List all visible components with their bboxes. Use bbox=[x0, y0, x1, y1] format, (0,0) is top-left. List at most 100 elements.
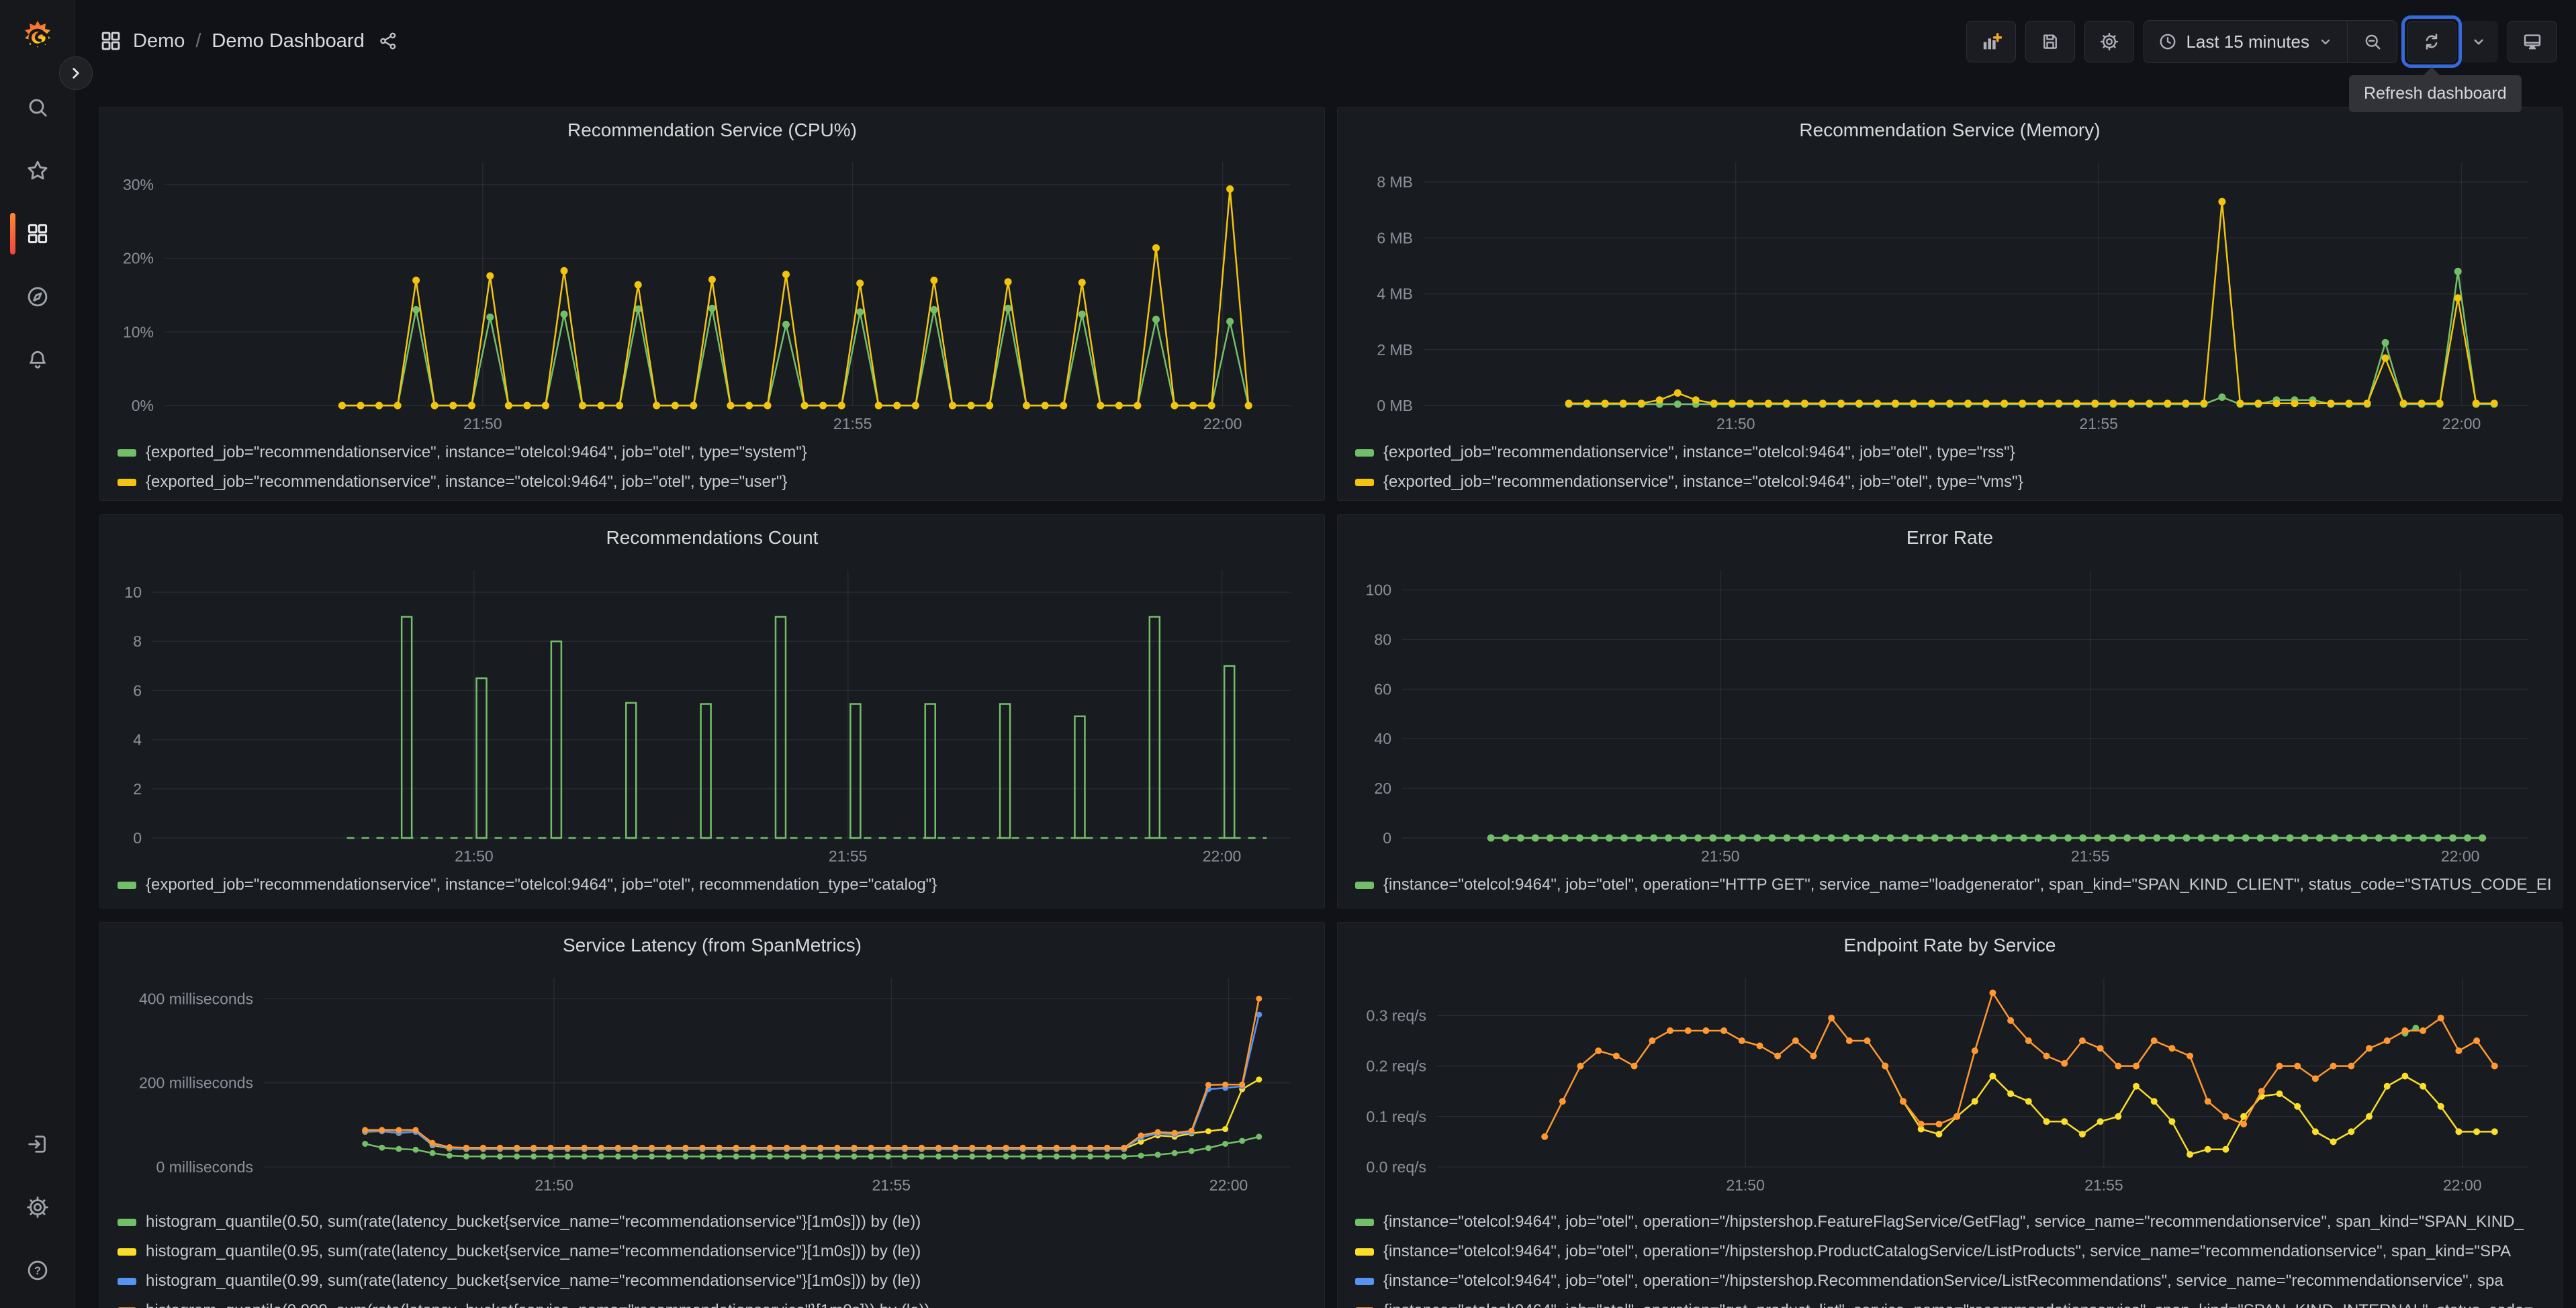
svg-text:0.3 req/s: 0.3 req/s bbox=[1367, 1007, 1427, 1024]
legend-swatch-icon bbox=[118, 1218, 136, 1226]
chart-area[interactable]: 0 2 4 6 8 10 21:50 21:55 22:00 bbox=[100, 561, 1324, 868]
svg-text:200 milliseconds: 200 milliseconds bbox=[139, 1074, 253, 1092]
legend-item[interactable]: {exported_job="recommendationservice", i… bbox=[118, 467, 1314, 497]
sidebar-item-explore[interactable] bbox=[16, 275, 59, 318]
sidebar-item-dashboards[interactable] bbox=[10, 212, 59, 255]
zoom-out-button[interactable] bbox=[2347, 21, 2397, 62]
legend-item[interactable]: {instance="otelcol:9464", job="otel", op… bbox=[1355, 1237, 2551, 1266]
svg-text:0.1 req/s: 0.1 req/s bbox=[1367, 1108, 1427, 1125]
gear-icon bbox=[2099, 32, 2119, 52]
panel-header[interactable]: Recommendation Service (Memory) bbox=[1338, 107, 2562, 153]
svg-text:22:00: 22:00 bbox=[2441, 847, 2480, 865]
svg-text:2 MB: 2 MB bbox=[1377, 341, 1413, 359]
time-series-chart: 0 20 40 60 80 100 21:50 21:55 22:00 bbox=[1366, 570, 2528, 865]
svg-text:0.0 req/s: 0.0 req/s bbox=[1367, 1158, 1427, 1176]
sign-in-icon bbox=[26, 1132, 50, 1156]
share-icon[interactable] bbox=[378, 31, 398, 51]
sidebar-item-search[interactable] bbox=[16, 86, 59, 129]
legend-item[interactable]: histogram_quantile(0.95, sum(rate(latenc… bbox=[118, 1237, 1314, 1266]
dashboard-settings-button[interactable] bbox=[2084, 21, 2135, 62]
time-picker-group: Last 15 minutes bbox=[2144, 20, 2397, 63]
grafana-app: ? Demo / Demo Dashboard Last 15 minutes … bbox=[0, 0, 2576, 1308]
panel-endpoint-rate: Endpoint Rate by Service 0.0 req/s 0.1 re… bbox=[1337, 922, 2563, 1308]
legend-item[interactable]: histogram_quantile(0.99, sum(rate(latenc… bbox=[118, 1266, 1314, 1296]
grafana-logo[interactable] bbox=[19, 19, 56, 56]
chart-legend: {exported_job="recommendationservice", i… bbox=[100, 435, 1324, 500]
legend-label: histogram_quantile(0.99, sum(rate(latenc… bbox=[146, 1272, 921, 1290]
refresh-tooltip: Refresh dashboard bbox=[2349, 67, 2522, 112]
refresh-dashboard-button[interactable] bbox=[2401, 15, 2462, 68]
panel-title: Recommendation Service (Memory) bbox=[1799, 120, 2101, 140]
breadcrumb: Demo / Demo Dashboard bbox=[99, 21, 398, 60]
svg-text:0 milliseconds: 0 milliseconds bbox=[156, 1158, 253, 1176]
panel-header[interactable]: Recommendation Service (CPU%) bbox=[100, 107, 1324, 153]
legend-swatch-icon bbox=[1355, 1277, 1374, 1285]
chevron-right-icon bbox=[67, 64, 85, 82]
legend-item[interactable]: histogram_quantile(0.50, sum(rate(latenc… bbox=[118, 1207, 1314, 1237]
svg-text:0%: 0% bbox=[132, 397, 154, 414]
sidebar-item-admin[interactable] bbox=[16, 1186, 59, 1229]
time-picker-button[interactable]: Last 15 minutes bbox=[2144, 21, 2347, 62]
panel-header[interactable]: Error Rate bbox=[1338, 515, 2562, 561]
panel-header[interactable]: Service Latency (from SpanMetrics) bbox=[100, 923, 1324, 968]
legend-label: {instance="otelcol:9464", job="otel", op… bbox=[1383, 876, 2551, 894]
panel-recommendation-memory: Recommendation Service (Memory) 0 MB 2 MB… bbox=[1337, 107, 2563, 501]
legend-item[interactable]: {instance="otelcol:9464", job="otel", op… bbox=[1355, 1296, 2551, 1308]
breadcrumb-section[interactable]: Demo bbox=[133, 30, 185, 52]
sidebar-item-sign-in[interactable] bbox=[16, 1123, 59, 1166]
topbar: Demo / Demo Dashboard Last 15 minutes bbox=[75, 0, 2576, 82]
svg-text:21:50: 21:50 bbox=[535, 1176, 573, 1194]
legend-label: {exported_job="recommendationservice", i… bbox=[146, 443, 807, 461]
sidebar-expand-button[interactable] bbox=[59, 56, 93, 90]
svg-text:10: 10 bbox=[124, 583, 142, 601]
panel-error-rate: Error Rate 0 20 40 60 80 100 21:50 21:55 22:00 {… bbox=[1337, 514, 2563, 908]
legend-item[interactable]: {instance="otelcol:9464", job="otel", op… bbox=[1355, 870, 2551, 900]
panel-recommendation-cpu: Recommendation Service (CPU%) 0% 10% 20% 30… bbox=[99, 107, 1325, 501]
add-panel-button[interactable] bbox=[1966, 21, 2017, 62]
legend-label: {instance="otelcol:9464", job="otel", op… bbox=[1383, 1213, 2524, 1231]
svg-text:21:55: 21:55 bbox=[829, 847, 868, 865]
panel-header[interactable]: Recommendations Count bbox=[100, 515, 1324, 561]
legend-label: histogram_quantile(0.95, sum(rate(latenc… bbox=[146, 1242, 921, 1260]
svg-text:22:00: 22:00 bbox=[1203, 415, 1242, 432]
legend-label: histogram_quantile(0.999, sum(rate(laten… bbox=[146, 1301, 930, 1308]
legend-item[interactable]: {exported_job="recommendationservice", i… bbox=[118, 438, 1314, 467]
svg-text:6: 6 bbox=[133, 682, 142, 699]
time-series-chart: 0 milliseconds 200 milliseconds 400 millis… bbox=[139, 978, 1291, 1194]
sidebar-item-help[interactable]: ? bbox=[16, 1249, 59, 1292]
legend-item[interactable]: histogram_quantile(0.999, sum(rate(laten… bbox=[118, 1296, 1314, 1308]
chart-legend: histogram_quantile(0.50, sum(rate(latenc… bbox=[100, 1197, 1324, 1308]
chart-area[interactable]: 0.0 req/s 0.1 req/s 0.2 req/s 0.3 req/s 21:5… bbox=[1338, 968, 2562, 1197]
legend-item[interactable]: {instance="otelcol:9464", job="otel", op… bbox=[1355, 1266, 2551, 1296]
save-dashboard-button[interactable] bbox=[2025, 21, 2076, 62]
legend-label: histogram_quantile(0.50, sum(rate(latenc… bbox=[146, 1213, 921, 1231]
legend-label: {exported_job="recommendationservice", i… bbox=[1383, 473, 2023, 491]
legend-swatch-icon bbox=[118, 449, 136, 457]
svg-text:20%: 20% bbox=[123, 250, 154, 267]
legend-label: {exported_job="recommendationservice", i… bbox=[1383, 443, 2015, 461]
explore-compass-icon bbox=[26, 285, 50, 309]
legend-item[interactable]: {exported_job="recommendationservice", i… bbox=[1355, 467, 2551, 497]
panel-title: Error Rate bbox=[1906, 527, 1994, 548]
chart-area[interactable]: 0 milliseconds 200 milliseconds 400 millis… bbox=[100, 968, 1324, 1197]
chart-area[interactable]: 0% 10% 20% 30% 21:50 21:55 22:00 bbox=[100, 153, 1324, 435]
legend-item[interactable]: {exported_job="recommendationservice", i… bbox=[118, 870, 1314, 900]
legend-item[interactable]: {instance="otelcol:9464", job="otel", op… bbox=[1355, 1207, 2551, 1237]
legend-swatch-icon bbox=[1355, 881, 1374, 889]
refresh-interval-dropdown[interactable] bbox=[2459, 21, 2498, 62]
help-icon: ? bbox=[26, 1258, 50, 1282]
svg-text:?: ? bbox=[34, 1265, 41, 1277]
legend-swatch-icon bbox=[1355, 1248, 1374, 1256]
gear-icon bbox=[26, 1195, 50, 1219]
sidebar-item-starred[interactable] bbox=[16, 149, 59, 192]
panel-header[interactable]: Endpoint Rate by Service bbox=[1338, 923, 2562, 968]
chart-area[interactable]: 0 20 40 60 80 100 21:50 21:55 22:00 bbox=[1338, 561, 2562, 868]
chart-area[interactable]: 0 MB 2 MB 4 MB 6 MB 8 MB 21:50 21:55 22:00 bbox=[1338, 153, 2562, 435]
search-icon bbox=[26, 95, 50, 120]
sidebar-item-alerting[interactable] bbox=[16, 338, 59, 381]
svg-text:2: 2 bbox=[133, 780, 142, 798]
dashboard-toolbar: Last 15 minutes bbox=[1966, 15, 2557, 68]
legend-item[interactable]: {exported_job="recommendationservice", i… bbox=[1355, 438, 2551, 467]
kiosk-mode-button[interactable] bbox=[2508, 21, 2557, 62]
svg-text:40: 40 bbox=[1374, 730, 1391, 747]
